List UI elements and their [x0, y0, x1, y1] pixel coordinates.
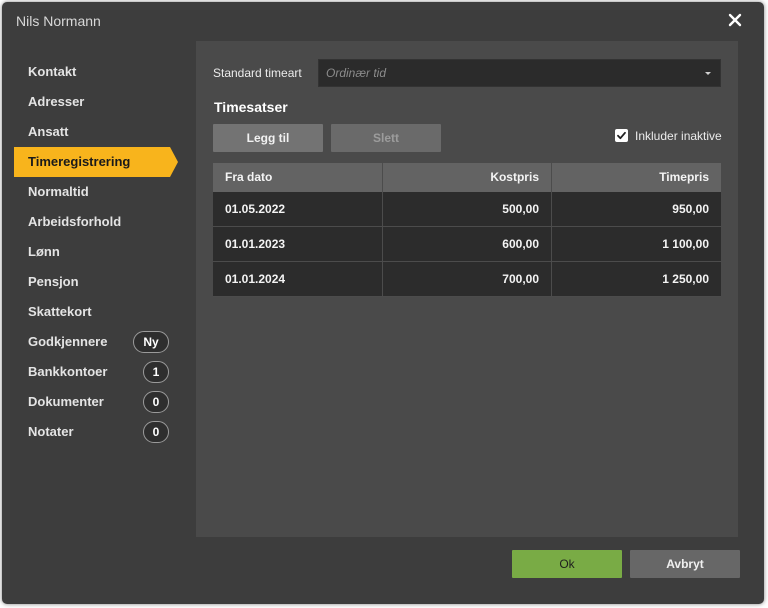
include-inactive-label: Inkluder inaktive — [635, 129, 722, 143]
standard-timeart-label: Standard timeart — [213, 66, 302, 80]
ok-button[interactable]: Ok — [512, 550, 622, 578]
section-title: Timesatser — [214, 99, 288, 115]
content-panel: Standard timeart Ordinær tid Timesatser … — [196, 41, 738, 537]
cell-timepris: 1 100,00 — [662, 237, 709, 251]
column-header-fra-dato[interactable]: Fra dato — [213, 163, 383, 192]
column-header-kostpris[interactable]: Kostpris — [383, 163, 552, 192]
sidebar-item-label: Notater — [28, 424, 74, 439]
sidebar-item-godkjennere[interactable]: Godkjennere Ny — [2, 327, 192, 357]
sidebar-item-lonn[interactable]: Lønn — [2, 237, 192, 267]
sidebar-item-label: Arbeidsforhold — [28, 214, 122, 229]
count-badge: 1 — [143, 361, 169, 383]
count-badge: Ny — [133, 331, 169, 353]
cell-kostpris: 700,00 — [383, 262, 552, 296]
dialog-title: Nils Normann — [16, 13, 101, 29]
sidebar-item-notater[interactable]: Notater 0 — [2, 417, 192, 447]
cell-timepris: 950,00 — [672, 202, 709, 216]
sidebar-item-label: Ansatt — [28, 124, 69, 139]
column-header-timepris[interactable]: Timepris — [552, 163, 721, 192]
sidebar-item-label: Pensjon — [28, 274, 79, 289]
sidebar-item-label: Timeregistrering — [28, 154, 131, 169]
sidebar-item-label: Dokumenter — [28, 394, 104, 409]
sidebar-item-arbeidsforhold[interactable]: Arbeidsforhold — [2, 207, 192, 237]
table-header: Fra dato Kostpris Timepris — [213, 163, 721, 192]
sidebar-item-timeregistrering[interactable]: Timeregistrering — [14, 147, 178, 177]
cell-kostpris: 500,00 — [383, 192, 552, 226]
chevron-down-icon — [705, 72, 711, 75]
sidebar-item-dokumenter[interactable]: Dokumenter 0 — [2, 387, 192, 417]
delete-button[interactable]: Slett — [331, 124, 441, 152]
sidebar-item-skattekort[interactable]: Skattekort — [2, 297, 192, 327]
sidebar-nav: Kontakt Adresser Ansatt Timeregistrering… — [2, 57, 192, 447]
standard-timeart-select[interactable]: Ordinær tid — [318, 59, 721, 87]
table-row[interactable]: 01.05.2022 500,00 950,00 — [213, 192, 721, 227]
sidebar-item-label: Skattekort — [28, 304, 92, 319]
table-row[interactable]: 01.01.2024 700,00 1 250,00 — [213, 262, 721, 297]
count-badge: 0 — [143, 391, 169, 413]
sidebar-item-label: Adresser — [28, 94, 85, 109]
rates-table: Fra dato Kostpris Timepris 01.05.2022 50… — [213, 163, 721, 297]
sidebar-item-label: Lønn — [28, 244, 60, 259]
add-button[interactable]: Legg til — [213, 124, 323, 152]
cell-date: 01.05.2022 — [213, 192, 383, 226]
cancel-button[interactable]: Avbryt — [630, 550, 740, 578]
sidebar-item-label: Kontakt — [28, 64, 77, 79]
sidebar-item-label: Bankkontoer — [28, 364, 108, 379]
sidebar-item-ansatt[interactable]: Ansatt — [2, 117, 192, 147]
sidebar-item-kontakt[interactable]: Kontakt — [2, 57, 192, 87]
sidebar-item-normaltid[interactable]: Normaltid — [2, 177, 192, 207]
cell-date: 01.01.2023 — [213, 227, 383, 261]
sidebar-item-label: Godkjennere — [28, 334, 108, 349]
count-badge: 0 — [143, 421, 169, 443]
cell-kostpris: 600,00 — [383, 227, 552, 261]
employee-dialog: Nils Normann Kontakt Adresser Ansatt Tim… — [2, 2, 764, 604]
select-placeholder: Ordinær tid — [326, 66, 387, 80]
table-row[interactable]: 01.01.2023 600,00 1 100,00 — [213, 227, 721, 262]
cell-timepris: 1 250,00 — [662, 272, 709, 286]
include-inactive-checkbox[interactable] — [615, 129, 628, 142]
sidebar-item-bankkontoer[interactable]: Bankkontoer 1 — [2, 357, 192, 387]
close-icon[interactable] — [728, 13, 742, 27]
sidebar-item-label: Normaltid — [28, 184, 89, 199]
sidebar-item-pensjon[interactable]: Pensjon — [2, 267, 192, 297]
sidebar-item-adresser[interactable]: Adresser — [2, 87, 192, 117]
cell-date: 01.01.2024 — [213, 262, 383, 296]
checkmark-icon — [617, 131, 626, 140]
